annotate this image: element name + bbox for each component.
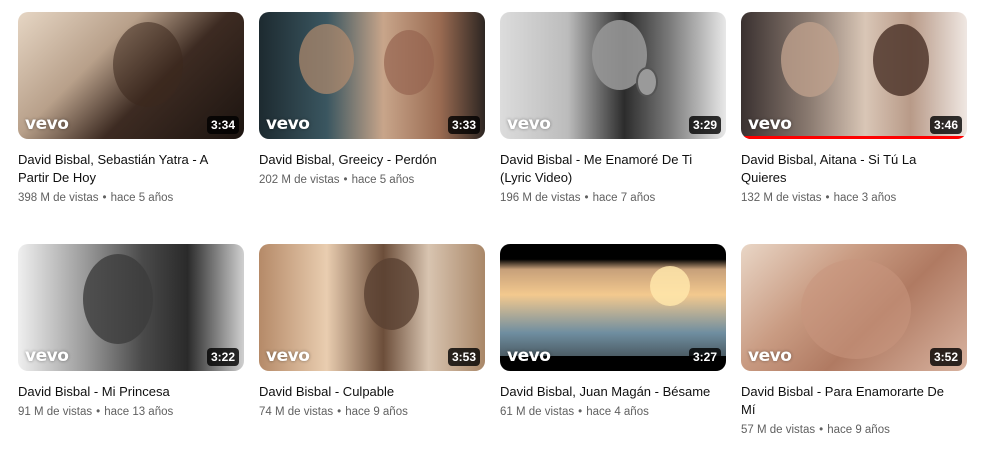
duration-badge: 3:27: [688, 348, 721, 366]
view-count: 202 M de vistas: [259, 174, 340, 186]
duration-badge: 3:53: [447, 348, 480, 366]
video-meta: 196 M de vistas • hace 7 años: [500, 190, 726, 206]
thumbnail-figure: [384, 30, 434, 95]
view-count: 61 M de vistas: [500, 406, 575, 418]
thumbnail-figure: [801, 259, 911, 359]
title-line: Partir De Hoy: [18, 170, 97, 185]
microphone-graphic: [636, 67, 658, 97]
vevo-logo: vevo: [25, 114, 69, 134]
title-line: David Bisbal - Para Enamorarte De: [741, 384, 945, 399]
upload-age: hace 9 años: [345, 406, 408, 418]
video-card[interactable]: vevo 3:33 David Bisbal, Greeicy - Perdón…: [259, 12, 485, 244]
vevo-logo: vevo: [266, 346, 310, 366]
video-title[interactable]: David Bisbal - Para Enamorarte De Mí: [741, 383, 967, 419]
video-thumbnail[interactable]: vevo 3:22: [18, 244, 244, 371]
video-thumbnail[interactable]: vevo 3:27: [500, 244, 726, 371]
view-count: 196 M de vistas: [500, 192, 581, 204]
title-line: David Bisbal - Mi Princesa: [18, 384, 170, 399]
vevo-logo: vevo: [266, 114, 310, 134]
video-title[interactable]: David Bisbal, Sebastián Yatra - A Partir…: [18, 151, 244, 187]
thumbnail-figure: [299, 24, 354, 94]
upload-age: hace 4 años: [586, 406, 649, 418]
video-thumbnail[interactable]: vevo 3:52: [741, 244, 967, 371]
video-title[interactable]: David Bisbal - Mi Princesa: [18, 383, 244, 401]
video-title[interactable]: David Bisbal - Me Enamoré De Ti (Lyric V…: [500, 151, 726, 187]
video-card[interactable]: vevo 3:27 David Bisbal, Juan Magán - Bés…: [500, 244, 726, 476]
duration-badge: 3:46: [929, 116, 962, 134]
video-meta: 57 M de vistas • hace 9 años: [741, 422, 967, 438]
view-count: 398 M de vistas: [18, 192, 99, 204]
title-line: Quieres: [741, 170, 787, 185]
title-line: David Bisbal, Aitana - Si Tú La: [741, 152, 917, 167]
video-card[interactable]: vevo 3:53 David Bisbal - Culpable 74 M d…: [259, 244, 485, 476]
video-title[interactable]: David Bisbal, Aitana - Si Tú La Quieres: [741, 151, 967, 187]
meta-separator: •: [578, 406, 583, 418]
vevo-logo: vevo: [507, 346, 551, 366]
meta-separator: •: [337, 406, 342, 418]
title-line: Mí: [741, 402, 756, 417]
vevo-logo: vevo: [748, 346, 792, 366]
video-meta: 202 M de vistas • hace 5 años: [259, 172, 485, 188]
title-line: David Bisbal, Sebastián Yatra - A: [18, 152, 209, 167]
title-line: David Bisbal - Me Enamoré De Ti: [500, 152, 693, 167]
video-card[interactable]: vevo 3:46 David Bisbal, Aitana - Si Tú L…: [741, 12, 967, 244]
view-count: 132 M de vistas: [741, 192, 822, 204]
video-thumbnail[interactable]: vevo 3:33: [259, 12, 485, 139]
thumbnail-figure: [781, 22, 839, 97]
thumbnail-figure: [364, 258, 419, 330]
video-card[interactable]: vevo 3:22 David Bisbal - Mi Princesa 91 …: [18, 244, 244, 476]
video-card[interactable]: vevo 3:29 David Bisbal - Me Enamoré De T…: [500, 12, 726, 244]
video-thumbnail[interactable]: vevo 3:46: [741, 12, 967, 139]
duration-badge: 3:52: [929, 348, 962, 366]
view-count: 57 M de vistas: [741, 424, 816, 436]
video-meta: 74 M de vistas • hace 9 años: [259, 404, 485, 420]
upload-age: hace 9 años: [827, 424, 890, 436]
video-title[interactable]: David Bisbal - Culpable: [259, 383, 485, 401]
title-line: David Bisbal, Greeicy - Perdón: [259, 152, 437, 167]
upload-age: hace 5 años: [351, 174, 415, 186]
meta-separator: •: [343, 174, 348, 186]
video-meta: 61 M de vistas • hace 4 años: [500, 404, 726, 420]
video-card[interactable]: vevo 3:34 David Bisbal, Sebastián Yatra …: [18, 12, 244, 244]
video-card[interactable]: vevo 3:52 David Bisbal - Para Enamorarte…: [741, 244, 967, 476]
duration-badge: 3:29: [688, 116, 721, 134]
vevo-logo: vevo: [25, 346, 69, 366]
view-count: 74 M de vistas: [259, 406, 334, 418]
video-meta: 91 M de vistas • hace 13 años: [18, 404, 244, 420]
video-thumbnail[interactable]: vevo 3:34: [18, 12, 244, 139]
meta-separator: •: [96, 406, 101, 418]
meta-separator: •: [819, 424, 824, 436]
sun-glare: [650, 266, 690, 306]
vevo-logo: vevo: [748, 114, 792, 134]
thumbnail-figure: [83, 254, 153, 344]
vevo-logo: vevo: [507, 114, 551, 134]
video-thumbnail[interactable]: vevo 3:29: [500, 12, 726, 139]
video-meta: 398 M de vistas • hace 5 años: [18, 190, 244, 206]
thumbnail-figure: [113, 22, 183, 107]
upload-age: hace 3 años: [833, 192, 897, 204]
video-title[interactable]: David Bisbal, Juan Magán - Bésame: [500, 383, 726, 401]
upload-age: hace 7 años: [592, 192, 656, 204]
duration-badge: 3:22: [206, 348, 239, 366]
video-meta: 132 M de vistas • hace 3 años: [741, 190, 967, 206]
video-thumbnail[interactable]: vevo 3:53: [259, 244, 485, 371]
meta-separator: •: [584, 192, 589, 204]
view-count: 91 M de vistas: [18, 406, 93, 418]
title-line: David Bisbal, Juan Magán - Bésame: [500, 384, 711, 399]
title-line: (Lyric Video): [500, 170, 573, 185]
video-grid: vevo 3:34 David Bisbal, Sebastián Yatra …: [18, 12, 967, 476]
duration-badge: 3:33: [447, 116, 480, 134]
meta-separator: •: [825, 192, 830, 204]
title-line: David Bisbal - Culpable: [259, 384, 395, 399]
upload-age: hace 13 años: [104, 406, 174, 418]
duration-badge: 3:34: [206, 116, 239, 134]
video-title[interactable]: David Bisbal, Greeicy - Perdón: [259, 151, 485, 169]
watch-progress-bar: [741, 136, 967, 139]
upload-age: hace 5 años: [110, 192, 174, 204]
meta-separator: •: [102, 192, 107, 204]
thumbnail-figure: [873, 24, 929, 96]
